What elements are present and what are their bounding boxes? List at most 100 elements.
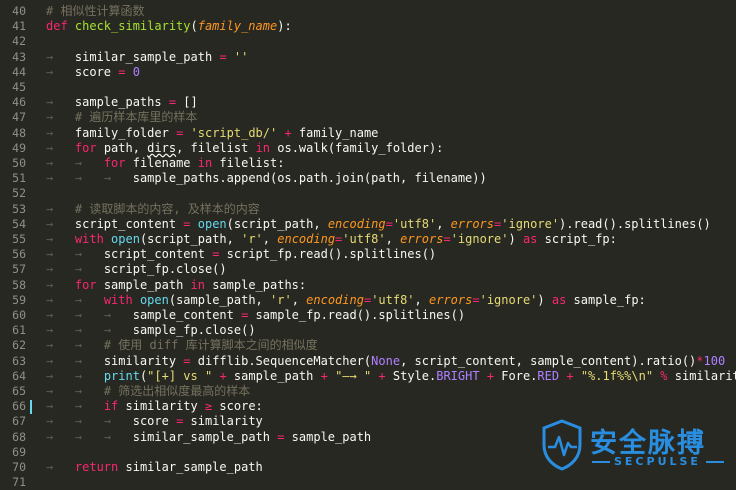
indent-guide: → bbox=[74, 292, 104, 307]
code-line[interactable]: 50 → → for filename in filelist: bbox=[0, 156, 736, 171]
code-line[interactable]: 43 → similar_sample_path = '' bbox=[0, 50, 736, 65]
line-number: 56 bbox=[12, 247, 26, 262]
code-text: → → → sample_fp.close() bbox=[46, 323, 256, 338]
modified-line-marker bbox=[30, 400, 32, 415]
watermark-name-en: SECPULSE bbox=[592, 455, 701, 468]
code-token: path, bbox=[96, 140, 148, 155]
code-token: sample_paths bbox=[74, 95, 169, 110]
code-line[interactable]: 42 bbox=[0, 34, 736, 49]
line-number: 70 bbox=[12, 460, 26, 474]
code-text: → return similar_sample_path bbox=[46, 460, 263, 475]
code-text: → → script_content = script_fp.read().sp… bbox=[46, 247, 436, 262]
code-line[interactable]: 66 → → if similarity ≥ score: bbox=[0, 399, 736, 415]
code-line[interactable]: 53 → # 读取脚本的内容, 及样本的内容 bbox=[0, 202, 736, 217]
indent-guide: → bbox=[46, 110, 75, 125]
code-line[interactable]: 44 → score = 0 bbox=[0, 65, 736, 80]
code-token: # 遍历样本库里的样本 bbox=[74, 110, 198, 125]
code-token: # 相似性计算函数 bbox=[46, 4, 145, 18]
code-token: sample_fp.close() bbox=[132, 323, 256, 338]
code-token: # 筛选出相似度最高的样本 bbox=[103, 384, 251, 398]
code-token: 100 bbox=[703, 353, 726, 368]
watermark-rule-right bbox=[706, 461, 724, 463]
indent-guide: → bbox=[46, 323, 75, 338]
code-token: (script_path, bbox=[226, 216, 328, 231]
indent-guide: → bbox=[46, 247, 75, 262]
code-line[interactable]: 64 → → print("[+] vs " + sample_path + "—… bbox=[0, 369, 736, 384]
code-token: in bbox=[190, 277, 205, 292]
line-number: 68 bbox=[12, 429, 26, 444]
indent-guide: → bbox=[46, 277, 75, 292]
code-line[interactable]: 62 → → # 使用 diff 库计算脚本之间的相似度 bbox=[0, 338, 736, 353]
code-text: → → with open(sample_path, 'r', encoding… bbox=[46, 293, 646, 308]
code-line[interactable]: 65 → → # 筛选出相似度最高的样本 bbox=[0, 384, 736, 399]
watermark-name-en-text: SECPULSE bbox=[614, 455, 701, 468]
indent-guide: → bbox=[74, 368, 104, 383]
code-token: 'utf8' bbox=[392, 216, 437, 231]
code-token: ): bbox=[277, 19, 292, 34]
code-text: → for path, dirs, filelist in os.walk(fa… bbox=[46, 141, 443, 156]
code-area[interactable]: 40 # 相似性计算函数 41 def check_similarity(family… bbox=[0, 0, 736, 490]
code-editor[interactable]: 40 # 相似性计算函数 41 def check_similarity(family… bbox=[0, 0, 736, 490]
code-line[interactable]: 71 bbox=[0, 475, 736, 490]
code-line[interactable]: 49 → for path, dirs, filelist in os.walk(… bbox=[0, 141, 736, 156]
code-token: Fore. bbox=[494, 368, 538, 383]
code-token: open bbox=[111, 232, 140, 246]
code-line[interactable]: 46 → sample_paths = [] bbox=[0, 95, 736, 110]
code-token: family_name bbox=[291, 125, 379, 140]
code-token: + bbox=[566, 368, 574, 383]
code-line[interactable]: 57 → → script_fp.close() bbox=[0, 262, 736, 277]
indent-guide: → bbox=[46, 292, 75, 307]
code-line[interactable]: 52 bbox=[0, 186, 736, 201]
code-token: # 使用 diff 库计算脚本之间的相似度 bbox=[103, 338, 318, 353]
indent-guide: → bbox=[46, 232, 75, 246]
code-line[interactable]: 48 → family_folder = 'script_db/' + famil… bbox=[0, 126, 736, 141]
code-line[interactable]: 45 bbox=[0, 80, 736, 95]
code-token: similarity bbox=[103, 353, 184, 368]
line-number: 46 bbox=[12, 95, 26, 110]
code-line[interactable]: 40 # 相似性计算函数 bbox=[0, 4, 736, 19]
code-line[interactable]: 63 → → similarity = difflib.SequenceMatch… bbox=[0, 354, 736, 369]
code-line[interactable]: 58 → for sample_path in sample_paths: bbox=[0, 278, 736, 293]
indent-guide: → bbox=[46, 95, 75, 110]
code-token: os.walk(family_folder): bbox=[270, 140, 444, 155]
code-token: return bbox=[74, 460, 119, 474]
indent-guide: → bbox=[74, 338, 104, 353]
code-token: as bbox=[551, 292, 567, 307]
indent-guide: → bbox=[46, 64, 75, 79]
code-token: open bbox=[139, 292, 169, 307]
line-number: 53 bbox=[12, 201, 26, 216]
code-line[interactable]: 47 → # 遍历样本库里的样本 bbox=[0, 110, 736, 125]
code-text: → → # 使用 diff 库计算脚本之间的相似度 bbox=[46, 338, 318, 353]
code-line[interactable]: 59 → → with open(sample_path, 'r', encodi… bbox=[0, 293, 736, 308]
code-token: ) bbox=[508, 232, 523, 246]
code-token: 'ignore' bbox=[450, 232, 509, 246]
shield-pulse-icon bbox=[542, 419, 582, 471]
code-line[interactable]: 41 def check_similarity(family_name): bbox=[0, 19, 736, 34]
indent-guide: → bbox=[74, 323, 104, 338]
code-line[interactable]: 56 → → script_content = script_fp.read().… bbox=[0, 247, 736, 262]
line-number: 41 bbox=[12, 19, 26, 34]
line-number: 62 bbox=[12, 338, 26, 353]
code-line[interactable]: 61 → → → sample_fp.close() bbox=[0, 323, 736, 338]
code-line[interactable]: 54 → script_content = open(script_path, e… bbox=[0, 217, 736, 232]
line-number: 49 bbox=[12, 140, 26, 155]
code-token: for bbox=[74, 140, 97, 155]
code-token: family_folder bbox=[74, 125, 177, 140]
code-token: 'utf8' bbox=[342, 232, 386, 246]
code-token: as bbox=[522, 232, 538, 246]
code-token: = bbox=[472, 292, 480, 307]
code-line[interactable]: 60 → → → sample_content = sample_fp.read(… bbox=[0, 308, 736, 323]
code-token: errors bbox=[450, 216, 495, 231]
code-text: → → similarity = difflib.SequenceMatcher… bbox=[46, 354, 725, 369]
indent-guide: → bbox=[103, 429, 133, 444]
code-line[interactable]: 51 → → → sample_paths.append(os.path.join… bbox=[0, 171, 736, 186]
code-line[interactable]: 55 → with open(script_path, 'r', encoding… bbox=[0, 232, 736, 247]
line-number: 54 bbox=[12, 216, 26, 231]
code-token: BRIGHT bbox=[436, 368, 480, 383]
indent-guide: → bbox=[46, 308, 75, 322]
code-token: , bbox=[262, 232, 278, 246]
code-token: sample_paths: bbox=[204, 277, 307, 292]
code-token: Style. bbox=[385, 368, 437, 383]
